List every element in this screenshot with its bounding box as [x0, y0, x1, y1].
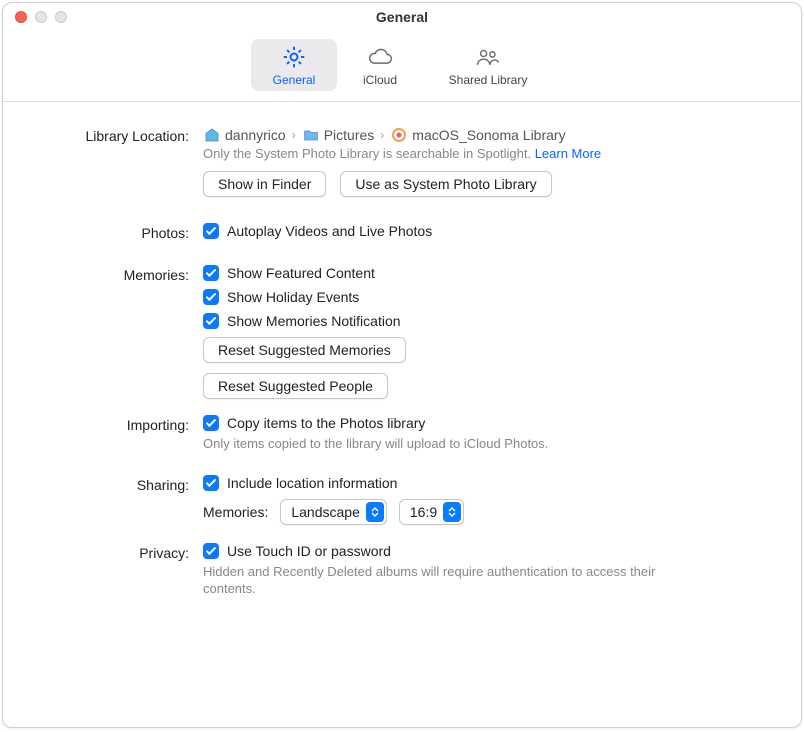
- chevron-right-icon: ›: [290, 128, 298, 142]
- settings-window: General General iCloud: [2, 2, 802, 728]
- breadcrumb-segment: Pictures: [324, 127, 375, 143]
- copy-items-checkbox[interactable]: [203, 415, 219, 431]
- updown-chevron-icon: [366, 502, 384, 522]
- photos-label: Photos:: [33, 223, 203, 241]
- reset-suggested-people-button[interactable]: Reset Suggested People: [203, 373, 388, 399]
- aspect-popup[interactable]: 16:9: [399, 499, 464, 525]
- sharing-label: Sharing:: [33, 475, 203, 493]
- show-holiday-label: Show Holiday Events: [227, 289, 359, 305]
- close-window-button[interactable]: [15, 11, 27, 23]
- orientation-popup[interactable]: Landscape: [280, 499, 387, 525]
- show-featured-checkbox[interactable]: [203, 265, 219, 281]
- titlebar: General: [3, 3, 801, 31]
- memories-label: Memories:: [33, 265, 203, 283]
- tab-icloud[interactable]: iCloud: [337, 39, 423, 91]
- importing-note: Only items copied to the library will up…: [203, 435, 771, 453]
- breadcrumb-segment: dannyrico: [225, 127, 286, 143]
- library-path-breadcrumb[interactable]: dannyrico › Pictures › macOS_Sonoma Libr…: [203, 126, 771, 144]
- cloud-icon: [366, 43, 394, 71]
- show-holiday-checkbox[interactable]: [203, 289, 219, 305]
- window-title: General: [3, 9, 801, 25]
- tab-general[interactable]: General: [251, 39, 337, 91]
- include-location-label: Include location information: [227, 475, 397, 491]
- gear-icon: [280, 43, 308, 71]
- learn-more-link[interactable]: Learn More: [535, 146, 601, 161]
- use-as-system-library-button[interactable]: Use as System Photo Library: [340, 171, 551, 197]
- folder-icon: [302, 126, 320, 144]
- chevron-right-icon: ›: [378, 128, 386, 142]
- tab-shared-library[interactable]: Shared Library: [423, 39, 553, 91]
- breadcrumb-segment: macOS_Sonoma Library: [412, 127, 565, 143]
- privacy-note: Hidden and Recently Deleted albums will …: [203, 563, 683, 598]
- photos-library-icon: [390, 126, 408, 144]
- show-featured-label: Show Featured Content: [227, 265, 375, 281]
- zoom-window-button[interactable]: [55, 11, 67, 23]
- library-spotlight-note: Only the System Photo Library is searcha…: [203, 146, 771, 161]
- content-area: Library Location: dannyrico › Pictures ›: [3, 102, 801, 630]
- include-location-checkbox[interactable]: [203, 475, 219, 491]
- show-memories-notif-checkbox[interactable]: [203, 313, 219, 329]
- toolbar: General iCloud Shared Library: [3, 31, 801, 102]
- reset-suggested-memories-button[interactable]: Reset Suggested Memories: [203, 337, 406, 363]
- autoplay-label: Autoplay Videos and Live Photos: [227, 223, 432, 239]
- memories-format-label: Memories:: [203, 504, 268, 520]
- copy-items-label: Copy items to the Photos library: [227, 415, 425, 431]
- touchid-checkbox[interactable]: [203, 543, 219, 559]
- show-memories-notif-label: Show Memories Notification: [227, 313, 401, 329]
- people-icon: [474, 43, 502, 71]
- minimize-window-button[interactable]: [35, 11, 47, 23]
- privacy-label: Privacy:: [33, 543, 203, 561]
- autoplay-checkbox[interactable]: [203, 223, 219, 239]
- importing-label: Importing:: [33, 415, 203, 433]
- window-controls: [15, 11, 67, 23]
- library-location-label: Library Location:: [33, 126, 203, 144]
- home-folder-icon: [203, 126, 221, 144]
- show-in-finder-button[interactable]: Show in Finder: [203, 171, 326, 197]
- touchid-label: Use Touch ID or password: [227, 543, 391, 559]
- updown-chevron-icon: [443, 502, 461, 522]
